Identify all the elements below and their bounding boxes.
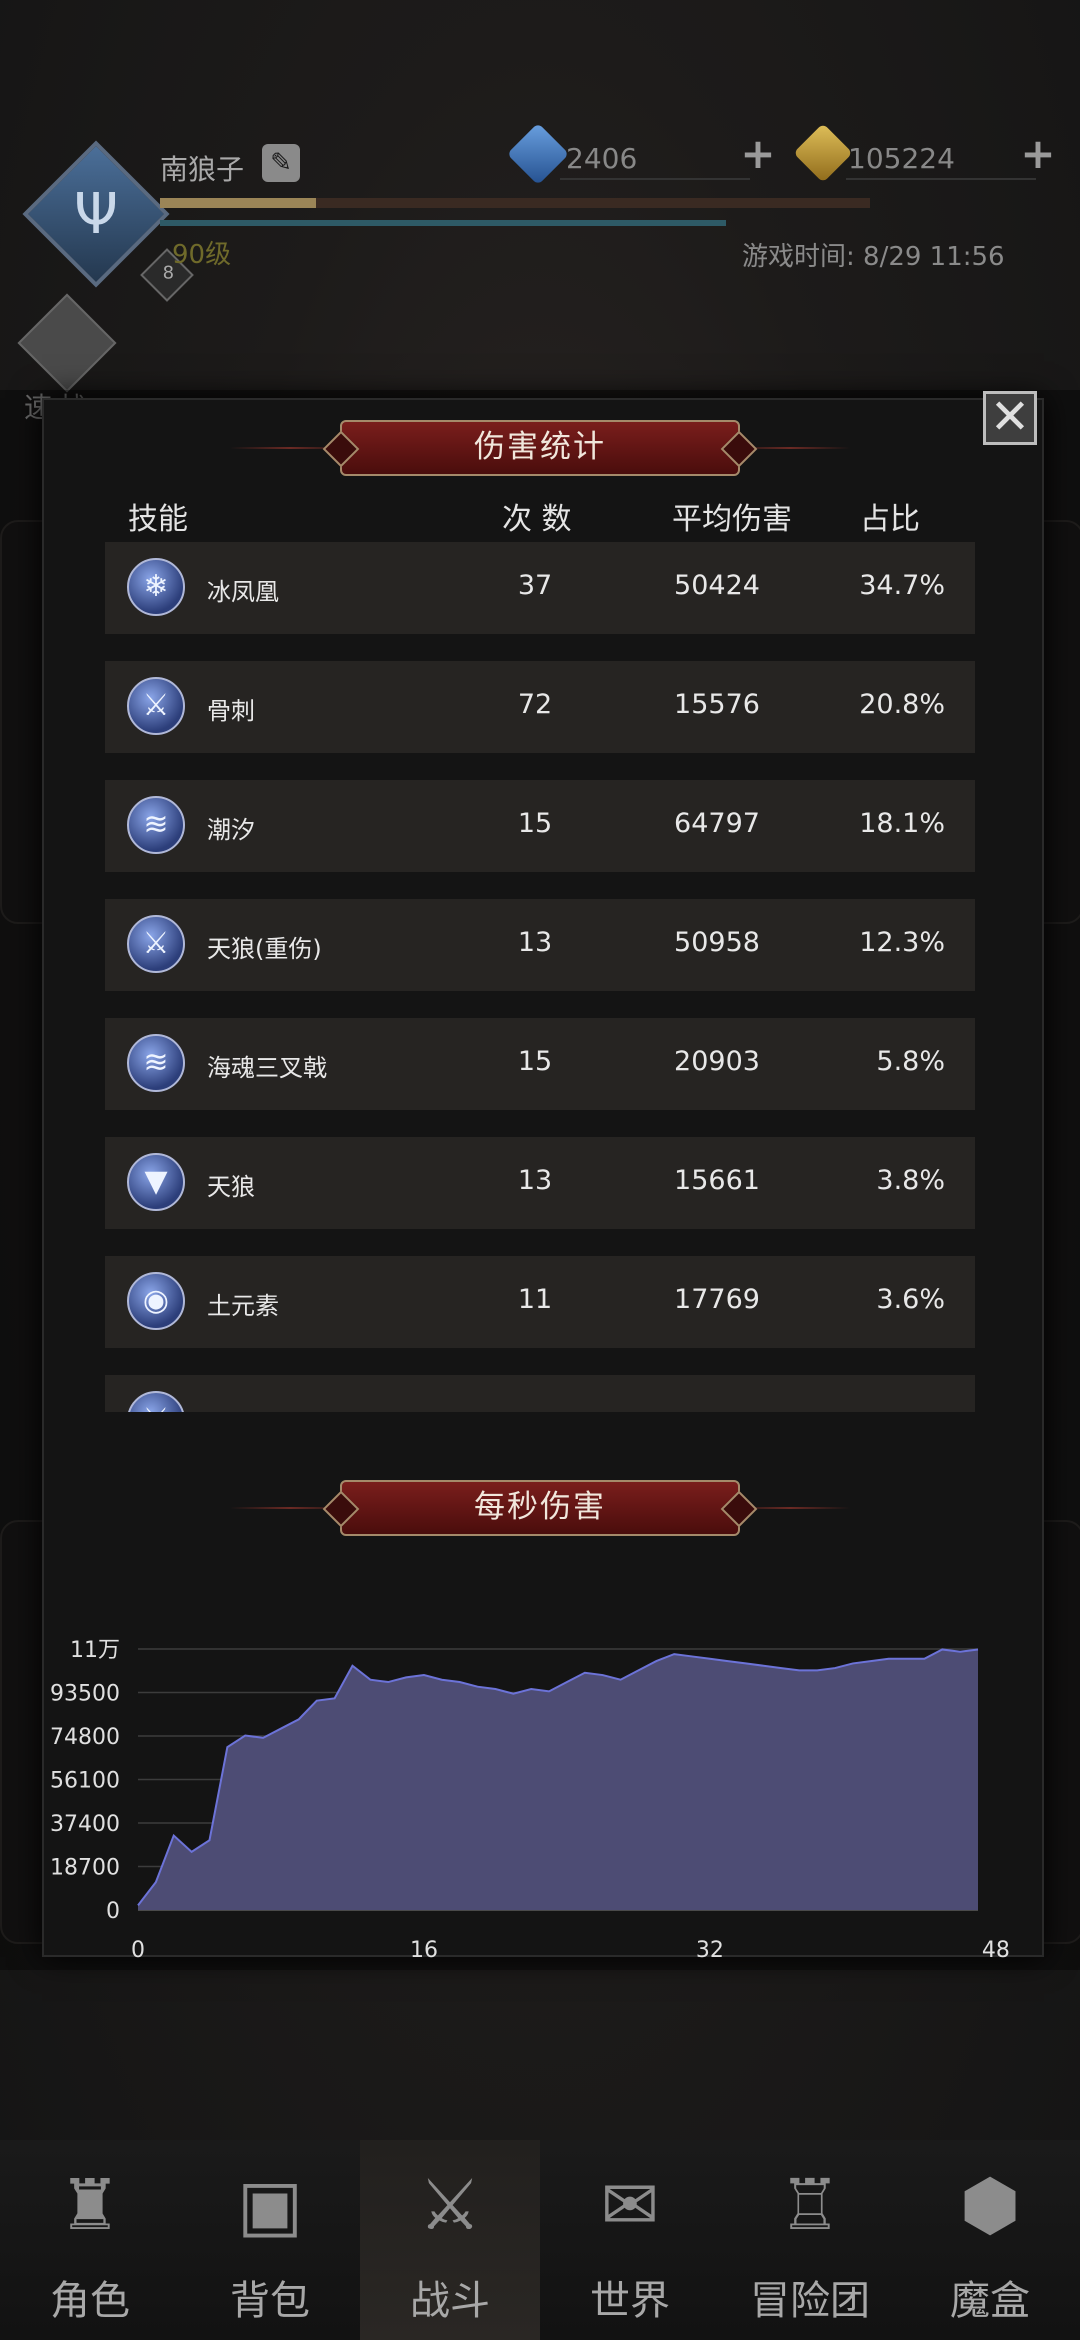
nav-item-5[interactable]: ⬢ 魔盒: [900, 2140, 1080, 2340]
castle-icon: ♖: [778, 2164, 842, 2246]
backpack-icon: ▣: [236, 2164, 304, 2246]
map-scroll-icon: ✉: [600, 2164, 660, 2246]
nav-label: 魔盒: [950, 2278, 1030, 2324]
nav-item-2[interactable]: ⚔ 战斗: [360, 2140, 540, 2340]
y-tick-label: 0: [106, 1899, 120, 1924]
magic-cube-icon: ⬢: [959, 2164, 1021, 2246]
nav-label: 冒险团: [750, 2278, 870, 2324]
sword-shield-icon: ⚔: [418, 2164, 482, 2246]
bottom-navigation: ♜ 角色 ▣ 背包 ⚔ 战斗 ✉ 世界 ♖ 冒险团 ⬢ 魔盒: [0, 2140, 1080, 2340]
x-tick-label: 48: [982, 1938, 1010, 1963]
nav-label: 世界: [590, 2278, 670, 2324]
y-tick-label: 37400: [50, 1812, 120, 1837]
y-tick-label: 93500: [50, 1682, 120, 1707]
y-tick-label: 56100: [50, 1769, 120, 1794]
x-tick-label: 32: [696, 1938, 724, 1963]
dps-area: [138, 1649, 978, 1910]
nav-item-4[interactable]: ♖ 冒险团: [720, 2140, 900, 2340]
helmet-icon: ♜: [58, 2164, 122, 2246]
y-tick-label: 74800: [50, 1725, 120, 1750]
y-tick-label: 11万: [70, 1638, 120, 1663]
nav-item-1[interactable]: ▣ 背包: [180, 2140, 360, 2340]
nav-label: 角色: [50, 2278, 130, 2324]
y-tick-label: 18700: [50, 1856, 120, 1881]
nav-label: 背包: [230, 2278, 310, 2324]
nav-item-0[interactable]: ♜ 角色: [0, 2140, 180, 2340]
x-tick-label: 0: [131, 1938, 145, 1963]
nav-item-3[interactable]: ✉ 世界: [540, 2140, 720, 2340]
dps-chart: 0 18700 37400 56100 74800 93500 11万 0 16 32 48: [50, 1638, 1010, 1963]
nav-label: 战斗: [410, 2278, 490, 2324]
x-tick-label: 16: [410, 1938, 438, 1963]
